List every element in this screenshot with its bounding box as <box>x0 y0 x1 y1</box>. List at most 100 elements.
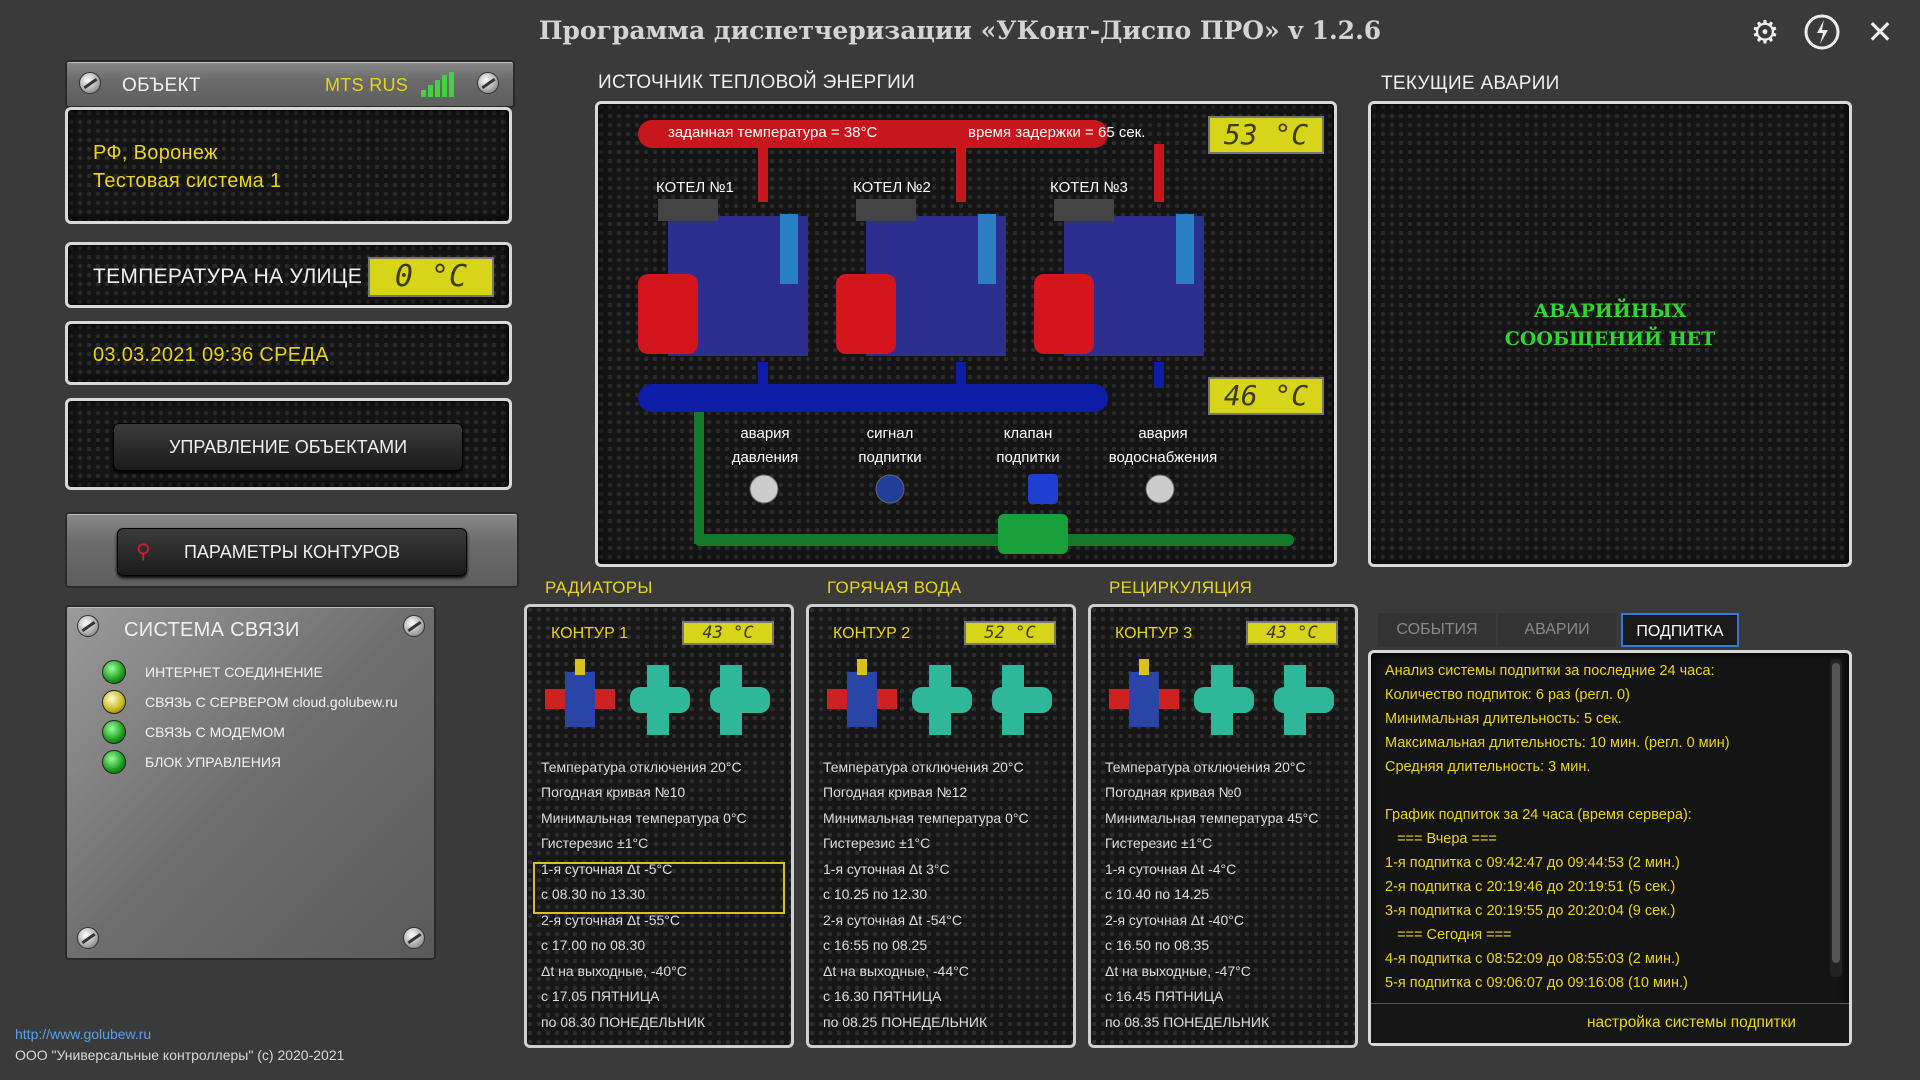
boiler-2-label: КОТЕЛ №2 <box>853 179 931 196</box>
sensor-line: авария <box>740 425 790 442</box>
contour-line: 2-я суточная Δt -55°C <box>541 912 681 928</box>
sensor-makeup-signal: сигнал подпитки <box>835 422 945 470</box>
screw-icon <box>77 927 99 949</box>
set-temperature: заданная температура = 38°C <box>668 124 878 141</box>
sensor-line: давления <box>731 449 799 466</box>
contour-1-panel[interactable]: КОНТУР 1 43 °C Температура отключения 20… <box>524 604 794 1048</box>
heat-source-header: ИСТОЧНИК ТЕПЛОВОЙ ЭНЕРГИИ <box>598 72 916 93</box>
scrollbar-thumb[interactable] <box>1832 663 1840 963</box>
contour-line: 1-я суточная Δt 3°C <box>823 861 950 877</box>
alarms-panel: АВАРИЙНЫХ СООБЩЕНИЙ НЕТ <box>1368 101 1852 567</box>
window-title: Программа диспетчеризации «УКонт-Диспо П… <box>538 16 1382 45</box>
contour-line: Температура отключения 20°C <box>541 759 742 775</box>
log-scrollbar[interactable] <box>1830 659 1842 977</box>
contour-line: 1-я суточная Δt -4°C <box>1105 861 1237 877</box>
gear-icon[interactable]: ⚙ <box>1745 12 1785 52</box>
contour-name: КОНТУР 1 <box>551 625 629 642</box>
contour-line: Погодная кривая №0 <box>1105 784 1242 800</box>
contour-line: Погодная кривая №10 <box>541 784 686 800</box>
contour-temp: 52 °C <box>964 621 1056 645</box>
no-alarms-line2: СООБЩЕНИЙ НЕТ <box>1504 328 1716 350</box>
contour-line: по 08.35 ПОНЕДЕЛЬНИК <box>1105 1014 1270 1030</box>
key-icon: ⚲ <box>136 541 151 563</box>
contour-params-panel: ⚲ ПАРАМЕТРЫ КОНТУРОВ <box>65 512 519 588</box>
comm-panel: СИСТЕМА СВЯЗИ ИНТЕРНЕТ СОЕДИНЕНИЕ СВЯЗЬ … <box>65 605 436 960</box>
log-line: 1-я подпитка с 09:42:47 до 09:44:53 (2 м… <box>1385 855 1680 871</box>
contour-params-button[interactable]: ⚲ ПАРАМЕТРЫ КОНТУРОВ <box>117 528 467 576</box>
operator-label: MTS RUS <box>325 75 409 95</box>
tab-events[interactable]: СОБЫТИЯ <box>1378 613 1496 647</box>
pumps-icon <box>1109 659 1334 735</box>
object-label: ОБЪЕКТ <box>122 75 201 96</box>
object-info-panel: РФ, Воронеж Тестовая система 1 <box>65 107 512 224</box>
object-system: Тестовая система 1 <box>93 170 282 192</box>
comm-header: СИСТЕМА СВЯЗИ <box>124 619 300 641</box>
outdoor-temp-value: 0 °C <box>368 257 494 297</box>
contour-3-panel[interactable]: КОНТУР 3 43 °C Температура отключения 20… <box>1088 604 1358 1048</box>
contour-params-label: ПАРАМЕТРЫ КОНТУРОВ <box>183 542 401 562</box>
contour-line: Гистерезис ±1°C <box>541 835 649 851</box>
contour-line: с 08.30 по 13.30 <box>541 886 646 902</box>
tab-makeup[interactable]: ПОДПИТКА <box>1621 613 1739 647</box>
contour-line: с 16.30 ПЯТНИЦА <box>823 988 942 1004</box>
contour-line: 1-я суточная Δt -5°C <box>541 861 673 877</box>
contour-line: с 17.05 ПЯТНИЦА <box>541 988 660 1004</box>
contour-2-panel[interactable]: КОНТУР 2 52 °C Температура отключения 20… <box>806 604 1076 1048</box>
delay-time: время задержки = 65 сек. <box>968 124 1146 141</box>
group-radiators: РАДИАТОРЫ <box>545 578 653 597</box>
contour-line: с 16.45 ПЯТНИЦА <box>1105 988 1224 1004</box>
contour-line: Температура отключения 20°C <box>1105 759 1306 775</box>
log-line: === Вчера === <box>1385 831 1497 847</box>
sensor-line: водоснабжения <box>1108 449 1218 466</box>
heat-source-diagram: заданная температура = 38°C время задерж… <box>595 101 1337 567</box>
datetime-panel: 03.03.2021 09:36 СРЕДА <box>65 321 512 385</box>
signal-icon <box>421 72 454 97</box>
screw-icon <box>403 615 425 637</box>
sensor-pressure-alarm: авария давления <box>710 422 820 470</box>
tab-alarms[interactable]: АВАРИИ <box>1498 613 1616 647</box>
object-header: ОБЪЕКТ MTS RUS <box>65 60 515 108</box>
manage-objects-button[interactable]: УПРАВЛЕНИЕ ОБЪЕКТАМИ <box>113 423 463 471</box>
close-icon[interactable]: ✕ <box>1860 12 1900 52</box>
sensor-line: подпитки <box>858 449 922 466</box>
contour-line: Температура отключения 20°C <box>823 759 1024 775</box>
valve-icon <box>1028 474 1058 504</box>
contour-name: КОНТУР 3 <box>1115 625 1193 642</box>
group-recirculation: РЕЦИРКУЛЯЦИЯ <box>1109 578 1253 597</box>
status-led <box>102 660 126 684</box>
screw-icon <box>79 72 101 94</box>
log-line: Средняя длительность: 3 мин. <box>1385 759 1591 775</box>
gauge-icon <box>875 474 905 504</box>
makeup-settings-link[interactable]: настройка системы подпитки <box>1587 1014 1796 1032</box>
manage-objects-panel: УПРАВЛЕНИЕ ОБЪЕКТАМИ <box>65 398 512 490</box>
comm-item-control-unit: БЛОК УПРАВЛЕНИЯ <box>145 754 281 770</box>
contour-line: с 16:55 по 08.25 <box>823 937 928 953</box>
website-link[interactable]: http://www.golubew.ru <box>15 1026 151 1042</box>
object-location: РФ, Воронеж <box>93 142 218 164</box>
contour-line: 2-я суточная Δt -40°C <box>1105 912 1245 928</box>
power-icon[interactable] <box>1802 12 1842 52</box>
contour-line: Гистерезис ±1°C <box>1105 835 1213 851</box>
pump-icon <box>998 514 1068 554</box>
contour-line: с 17.00 по 08.30 <box>541 937 646 953</box>
makeup-log-panel: Анализ системы подпитки за последние 24 … <box>1368 650 1852 1046</box>
log-line: График подпиток за 24 часа (время сервер… <box>1385 807 1692 823</box>
log-line: 3-я подпитка с 20:19:55 до 20:20:04 (9 с… <box>1385 903 1676 919</box>
contour-line: по 08.30 ПОНЕДЕЛЬНИК <box>541 1014 706 1030</box>
sensor-line: клапан <box>1003 425 1053 442</box>
supply-temp: 53 °C <box>1208 116 1324 154</box>
contour-line: по 08.25 ПОНЕДЕЛЬНИК <box>823 1014 988 1030</box>
log-line: Минимальная длительность: 5 сек. <box>1385 711 1622 727</box>
alarms-header: ТЕКУЩИЕ АВАРИИ <box>1381 73 1560 94</box>
contour-temp: 43 °C <box>682 621 774 645</box>
group-hot-water: ГОРЯЧАЯ ВОДА <box>827 578 962 597</box>
log-line: === Сегодня === <box>1385 927 1512 943</box>
log-footer: настройка системы подпитки <box>1371 1003 1849 1043</box>
comm-item-modem: СВЯЗЬ С МОДЕМОМ <box>145 724 285 740</box>
contour-line: Минимальная температура 45°C <box>1105 810 1319 826</box>
sensor-water-alarm: авария водоснабжения <box>1093 422 1233 470</box>
contour-line: Δt на выходные, -44°C <box>823 963 969 979</box>
contour-line: Δt на выходные, -47°C <box>1105 963 1251 979</box>
boiler-3-label: КОТЕЛ №3 <box>1050 179 1128 196</box>
no-alarms-line1: АВАРИЙНЫХ <box>1533 300 1687 322</box>
